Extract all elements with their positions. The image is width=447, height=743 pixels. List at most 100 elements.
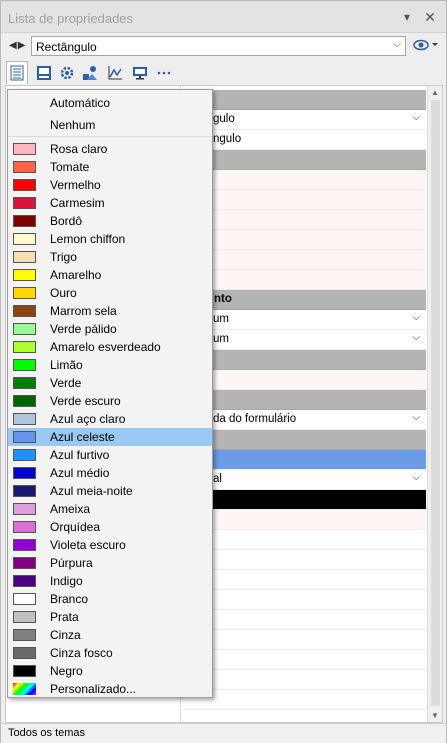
chevron-down-icon[interactable]: ⌵ [412, 332, 420, 343]
nav-arrows-icon[interactable]: ◀▶ [9, 40, 26, 51]
color-option[interactable]: Branco [8, 590, 212, 608]
color-option-label: Carmesim [50, 196, 105, 210]
color-option[interactable]: Amarelho [8, 266, 212, 284]
color-option[interactable]: Marrom sela [8, 302, 212, 320]
color-option[interactable]: Verde pálido [8, 320, 212, 338]
property-row[interactable] [181, 550, 426, 570]
window-title: Lista de propriedades [8, 11, 134, 26]
color-option[interactable]: Azul furtivo [8, 446, 212, 464]
property-row[interactable] [181, 490, 426, 510]
property-row[interactable] [181, 650, 426, 670]
property-row[interactable]: um ⌵ [181, 310, 426, 330]
color-option-label: Trigo [50, 250, 77, 264]
property-row[interactable] [181, 530, 426, 550]
property-row[interactable] [181, 230, 426, 250]
color-option-label: Amarelho [50, 268, 102, 282]
property-row[interactable]: da do formulário ⌵ [181, 410, 426, 430]
color-option[interactable]: Bordô [8, 212, 212, 230]
color-option[interactable]: Carmesim [8, 194, 212, 212]
property-row[interactable] [181, 450, 426, 470]
color-option[interactable]: Prata [8, 608, 212, 626]
color-swatch [13, 485, 36, 497]
gear-icon[interactable] [56, 61, 78, 84]
color-option[interactable]: Azul aço claro [8, 410, 212, 428]
property-value: gulo [213, 113, 235, 125]
dropdown-item-automatic[interactable]: Automático [8, 94, 212, 112]
color-option[interactable]: Limão [8, 356, 212, 374]
color-swatch [13, 197, 36, 209]
property-row[interactable] [181, 690, 426, 710]
chart-icon[interactable] [104, 61, 126, 84]
scroll-thumb[interactable] [431, 100, 440, 706]
object-selector[interactable]: Rectângulo ⌵ [31, 36, 406, 56]
color-option[interactable]: Ouro [8, 284, 212, 302]
color-option[interactable]: Amarelo esverdeado [8, 338, 212, 356]
property-row[interactable] [181, 630, 426, 650]
list-icon[interactable] [6, 61, 28, 84]
color-option[interactable]: Violeta escuro [8, 536, 212, 554]
property-row[interactable]: ngulo [181, 130, 426, 150]
property-row[interactable]: gulo ⌵ [181, 110, 426, 130]
color-option-label: Púrpura [50, 556, 93, 570]
color-option[interactable]: Ameixa [8, 500, 212, 518]
color-option[interactable]: Púrpura [8, 554, 212, 572]
chevron-down-icon[interactable]: ⌵ [412, 112, 420, 123]
property-row[interactable]: al ⌵ [181, 470, 426, 490]
property-row[interactable]: um ⌵ [181, 330, 426, 350]
color-option-label: Negro [50, 664, 83, 678]
color-option[interactable]: Azul meia-noite [8, 482, 212, 500]
color-option[interactable]: Verde escuro [8, 392, 212, 410]
color-option[interactable]: Azul celeste [8, 428, 212, 446]
color-option[interactable]: Rosa claro [8, 140, 212, 158]
property-row[interactable] [181, 670, 426, 690]
form-icon[interactable] [33, 61, 55, 84]
color-option[interactable]: Cinza [8, 626, 212, 644]
color-option-label: Verde escuro [50, 394, 121, 408]
property-row[interactable] [181, 170, 426, 190]
property-section-header [181, 390, 426, 410]
property-row[interactable] [181, 250, 426, 270]
dropdown-item-none[interactable]: Nenhum [8, 116, 212, 134]
more-icon[interactable] [153, 61, 175, 84]
chevron-down-icon[interactable]: ⌵ [412, 412, 420, 423]
color-option[interactable]: Lemon chiffon [8, 230, 212, 248]
color-swatch [13, 251, 36, 263]
property-row[interactable] [181, 190, 426, 210]
chevron-down-icon[interactable]: ⌵ [412, 312, 420, 323]
property-row[interactable] [181, 210, 426, 230]
property-row[interactable] [181, 270, 426, 290]
shapes-icon[interactable] [79, 61, 101, 84]
color-option[interactable]: Negro [8, 662, 212, 680]
property-row[interactable] [181, 570, 426, 590]
scroll-up-icon[interactable]: ▲ [431, 88, 439, 97]
property-row[interactable] [181, 590, 426, 610]
scroll-down-icon[interactable]: ▼ [431, 711, 439, 720]
property-row[interactable] [181, 610, 426, 630]
color-option[interactable]: Vermelho [8, 176, 212, 194]
color-option-label: Lemon chiffon [50, 232, 126, 246]
color-option[interactable]: Indigo [8, 572, 212, 590]
chevron-down-icon[interactable]: ⌵ [412, 472, 420, 483]
monitor-icon[interactable] [129, 61, 151, 84]
color-option-label: Cinza [50, 628, 81, 642]
property-row[interactable] [181, 510, 426, 530]
color-option[interactable]: Azul médio [8, 464, 212, 482]
color-option-label: Prata [50, 610, 79, 624]
color-option[interactable]: Orquídea [8, 518, 212, 536]
color-option[interactable]: Verde [8, 374, 212, 392]
property-row[interactable] [181, 370, 426, 390]
color-option[interactable]: Cinza fosco [8, 644, 212, 662]
status-bar: Todos os temas [1, 723, 446, 743]
view-options-eye-icon[interactable] [413, 38, 439, 54]
dropdown-arrow-icon[interactable]: ▾ [398, 8, 416, 26]
color-option[interactable]: Tomate [8, 158, 212, 176]
color-option-label: Verde pálido [50, 322, 117, 336]
color-option-label: Violeta escuro [50, 538, 126, 552]
property-value: ngulo [213, 133, 242, 145]
custom-color-option[interactable]: Personalizado... [8, 680, 212, 698]
close-icon[interactable]: ✕ [421, 8, 439, 26]
color-swatch [13, 377, 36, 389]
color-dropdown-list[interactable]: Automático Nenhum Rosa claro Tomate Vermel… [7, 89, 213, 698]
vertical-scrollbar[interactable]: ▲ ▼ [427, 86, 442, 722]
color-option[interactable]: Trigo [8, 248, 212, 266]
